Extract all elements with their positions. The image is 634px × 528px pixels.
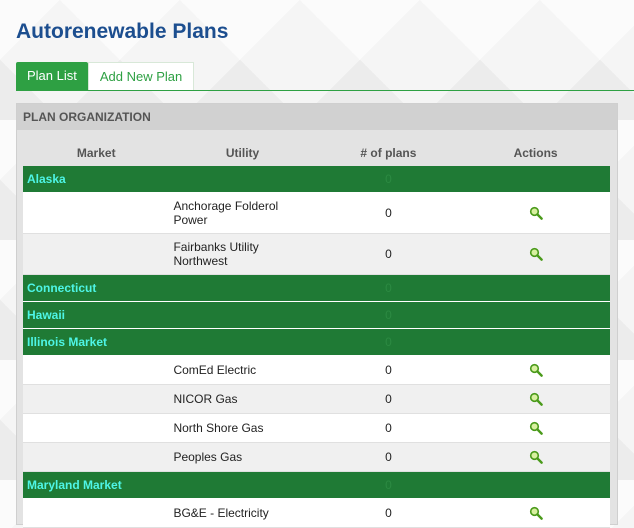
utility-row: Peoples Gas 0: [23, 442, 610, 472]
utility-name: BG&E - Electricity: [169, 498, 316, 528]
utility-plan-count: 0: [315, 442, 462, 472]
magnifier-icon[interactable]: [529, 392, 543, 407]
market-utility-empty: [169, 166, 316, 193]
utility-actions: [461, 355, 610, 385]
utility-actions: [461, 384, 610, 414]
utility-actions: [461, 233, 610, 275]
utility-name: North Shore Gas: [169, 413, 316, 443]
market-plan-count: 0: [315, 301, 462, 329]
market-name: Illinois Market: [23, 328, 170, 356]
page-title: Autorenewable Plans: [16, 20, 229, 43]
utility-market-empty: [23, 233, 170, 275]
utility-market-empty: [23, 192, 170, 234]
utility-row: NICOR Gas 0: [23, 384, 610, 414]
market-row: Connecticut 0: [23, 274, 610, 302]
market-actions-empty: [461, 328, 610, 356]
market-actions-empty: [461, 166, 610, 193]
utility-row: BG&E - Electricity 0: [23, 498, 610, 528]
utility-name: Anchorage Folderol Power: [169, 192, 316, 234]
market-plan-count: 0: [315, 328, 462, 356]
utility-actions: [461, 192, 610, 234]
utility-plan-count: 0: [315, 384, 462, 414]
market-utility-empty: [169, 328, 316, 356]
table-header-row: Market Utility # of plans Actions: [23, 140, 610, 166]
market-actions-empty: [461, 301, 610, 329]
plan-organization-panel: PLAN ORGANIZATION Market Utility # of pl…: [16, 103, 618, 528]
market-row: Illinois Market 0: [23, 328, 610, 356]
utility-actions: [461, 442, 610, 472]
utility-actions: [461, 413, 610, 443]
utility-market-empty: [23, 355, 170, 385]
market-utility-empty: [169, 274, 316, 302]
market-utility-empty: [169, 471, 316, 499]
plans-table: Market Utility # of plans Actions Alaska…: [23, 140, 610, 528]
utility-plan-count: 0: [315, 233, 462, 275]
utility-row: North Shore Gas 0: [23, 413, 610, 443]
column-header-plan-count: # of plans: [315, 140, 462, 166]
utility-name: Fairbanks Utility Northwest: [169, 233, 316, 275]
market-utility-empty: [169, 301, 316, 329]
utility-market-empty: [23, 442, 170, 472]
tab-bar: Plan List Add New Plan: [16, 62, 634, 91]
market-name: Alaska: [23, 166, 170, 193]
market-name: Connecticut: [23, 274, 170, 302]
market-plan-count: 0: [315, 471, 462, 499]
tab-plan-list[interactable]: Plan List: [16, 62, 88, 90]
magnifier-icon[interactable]: [529, 421, 543, 436]
market-plan-count: 0: [315, 166, 462, 193]
utility-market-empty: [23, 384, 170, 414]
market-row: Hawaii 0: [23, 301, 610, 329]
magnifier-icon[interactable]: [529, 450, 543, 465]
column-header-market: Market: [23, 140, 170, 166]
market-actions-empty: [461, 471, 610, 499]
utility-actions: [461, 498, 610, 528]
market-plan-count: 0: [315, 274, 462, 302]
market-row: Alaska 0: [23, 166, 610, 193]
magnifier-icon[interactable]: [529, 506, 543, 521]
utility-name: ComEd Electric: [169, 355, 316, 385]
column-header-utility: Utility: [169, 140, 316, 166]
utility-market-empty: [23, 498, 170, 528]
table-body: Alaska 0 Anchorage Folderol Power 0 Fairbank…: [23, 166, 610, 528]
utility-row: Fairbanks Utility Northwest 0: [23, 233, 610, 275]
panel-title: PLAN ORGANIZATION: [17, 104, 617, 130]
tab-add-new-plan[interactable]: Add New Plan: [87, 62, 195, 90]
market-row: Maryland Market 0: [23, 471, 610, 499]
magnifier-icon[interactable]: [529, 247, 543, 262]
market-actions-empty: [461, 274, 610, 302]
utility-plan-count: 0: [315, 192, 462, 234]
utility-row: Anchorage Folderol Power 0: [23, 192, 610, 234]
magnifier-icon[interactable]: [529, 363, 543, 378]
market-name: Hawaii: [23, 301, 170, 329]
utility-name: Peoples Gas: [169, 442, 316, 472]
utility-plan-count: 0: [315, 355, 462, 385]
market-name: Maryland Market: [23, 471, 170, 499]
utility-plan-count: 0: [315, 498, 462, 528]
utility-name: NICOR Gas: [169, 384, 316, 414]
utility-market-empty: [23, 413, 170, 443]
column-header-actions: Actions: [461, 140, 610, 166]
magnifier-icon[interactable]: [529, 206, 543, 221]
utility-plan-count: 0: [315, 413, 462, 443]
utility-row: ComEd Electric 0: [23, 355, 610, 385]
